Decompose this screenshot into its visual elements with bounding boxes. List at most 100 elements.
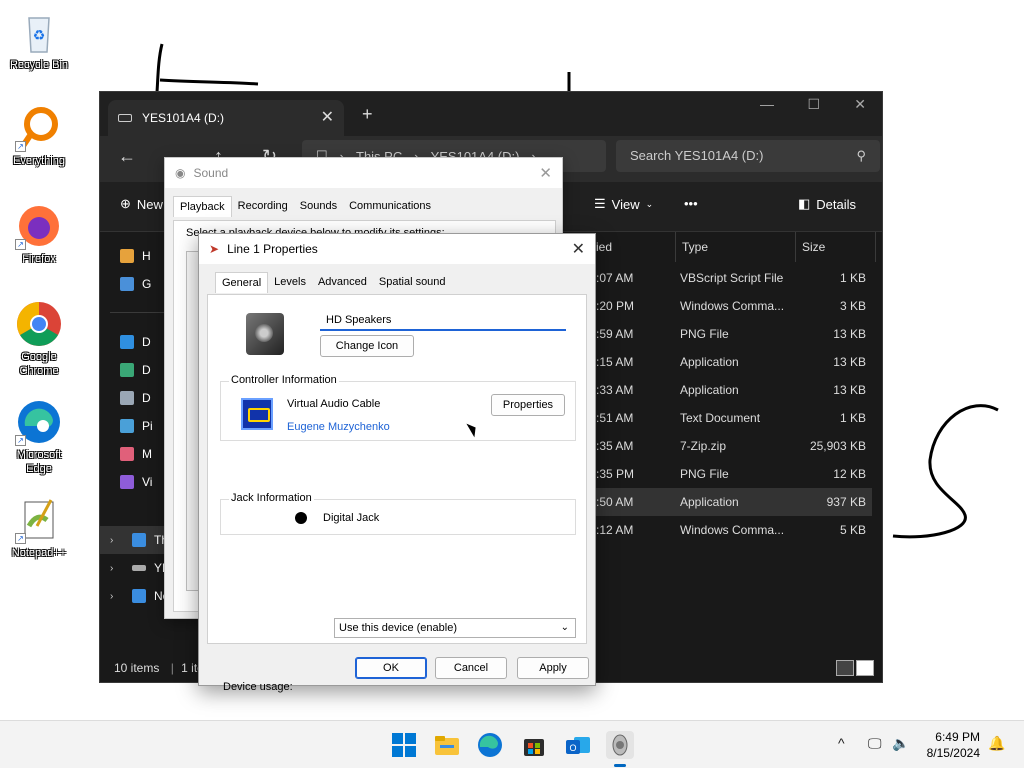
details-view-icon[interactable]: [836, 660, 854, 676]
tiles-view-icon[interactable]: [856, 660, 874, 676]
general-panel: Change Icon Controller Information Virtu…: [207, 294, 587, 693]
file-row[interactable]: :07 AM VBScript Script File 1 KB: [596, 264, 872, 292]
home-icon: [120, 249, 134, 263]
device-usage-label: Device usage:: [223, 681, 293, 693]
taskbar-store[interactable]: [520, 731, 548, 759]
close-window-icon[interactable]: ✕: [854, 96, 866, 113]
desktop-icon-everything[interactable]: ↗ Everything: [4, 104, 74, 168]
gallery-icon: [120, 277, 134, 291]
apply-button[interactable]: Apply: [517, 657, 589, 679]
desktop-icon-label: Everything: [13, 155, 65, 167]
speaker-icon: ➤: [209, 242, 220, 256]
sound-title: Sound: [193, 166, 229, 180]
edge-icon: [478, 733, 502, 757]
taskbar-edge[interactable]: [476, 731, 504, 759]
show-hidden-icons-chevron-icon[interactable]: ^: [838, 735, 845, 751]
network-icon[interactable]: 🖵: [868, 735, 882, 752]
chevron-down-icon: ⌄: [645, 198, 654, 209]
new-tab-icon[interactable]: +: [362, 104, 373, 125]
search-icon: ⚲: [856, 148, 866, 163]
close-icon[interactable]: ✕: [539, 164, 552, 182]
details-pane-button[interactable]: ◧ Details: [798, 196, 856, 212]
taskbar-sound-app[interactable]: [606, 731, 634, 767]
view-button[interactable]: ☰ View ⌄: [594, 196, 653, 212]
drive-icon: [118, 114, 132, 122]
column-header-type[interactable]: Type: [676, 232, 796, 262]
notepad-plus-plus-icon: ↗: [15, 496, 63, 544]
taskbar-outlook[interactable]: O: [564, 731, 592, 759]
line1-properties-dialog: ➤ Line 1 Properties ✕ General Levels Adv…: [198, 233, 596, 693]
file-row[interactable]: :12 AM Windows Comma... 5 KB: [596, 516, 872, 544]
desktop-icon-notepad-plus-plus[interactable]: ↗ Notepad++: [4, 496, 74, 560]
tab-playback[interactable]: Playback: [173, 196, 232, 217]
desktop-icon-firefox[interactable]: ↗ Firefox: [4, 202, 74, 266]
folder-icon: [435, 736, 459, 755]
properties-button[interactable]: Properties: [491, 394, 565, 416]
ok-button[interactable]: OK: [355, 657, 427, 679]
search-input[interactable]: Search YES101A4 (D:) ⚲: [616, 140, 880, 172]
desktop-icon-microsoft-edge[interactable]: ↗ Microsoft Edge: [4, 398, 74, 476]
tab-communications[interactable]: Communications: [343, 196, 437, 217]
file-row[interactable]: :59 AM PNG File 13 KB: [596, 320, 872, 348]
close-tab-icon[interactable]: ✕: [321, 107, 334, 127]
close-icon[interactable]: ✕: [572, 239, 585, 259]
tab-general[interactable]: General: [215, 272, 269, 293]
tab-recording[interactable]: Recording: [232, 196, 294, 217]
chevron-right-icon: ›: [110, 534, 114, 546]
column-header-date[interactable]: ied: [590, 232, 676, 262]
everything-icon: ↗: [15, 104, 63, 152]
file-row-selected[interactable]: :50 AM Application 937 KB: [596, 488, 872, 516]
chevron-right-icon: ›: [110, 562, 114, 574]
props-titlebar: ➤ Line 1 Properties ✕: [199, 234, 595, 264]
notification-bell-icon[interactable]: 🔔: [988, 735, 1005, 752]
tab-levels[interactable]: Levels: [268, 272, 312, 293]
system-clock[interactable]: 6:49 PM 8/15/2024: [927, 729, 980, 761]
taskbar-file-explorer[interactable]: [433, 731, 461, 759]
more-options-button[interactable]: •••: [684, 196, 698, 211]
explorer-tab-title: YES101A4 (D:): [142, 111, 225, 125]
item-count: 10 items: [114, 661, 160, 675]
taskbar: O ^ 🖵 🔈 6:49 PM 8/15/2024 🔔: [0, 720, 1024, 768]
details-pane-icon: ◧: [798, 196, 811, 211]
firefox-icon: ↗: [15, 202, 63, 250]
file-row[interactable]: :15 AM Application 13 KB: [596, 348, 872, 376]
volume-icon[interactable]: 🔈: [892, 735, 909, 752]
controller-legend: Controller Information: [229, 374, 339, 386]
clock-date: 8/15/2024: [926, 746, 980, 760]
speaker-app-icon: [612, 734, 628, 756]
plus-circle-icon: ⊕: [120, 196, 131, 211]
music-icon: [120, 447, 134, 461]
minimize-icon[interactable]: —: [760, 96, 774, 112]
virtual-audio-cable-icon: [241, 398, 273, 430]
explorer-tab[interactable]: YES101A4 (D:) ✕: [108, 100, 344, 136]
details-button-label: Details: [816, 196, 857, 212]
back-arrow-icon[interactable]: ←: [118, 146, 136, 167]
tab-advanced[interactable]: Advanced: [312, 272, 373, 293]
desktop-icon-recycle-bin[interactable]: ♻ Recycle Bin: [4, 8, 74, 72]
tab-sounds[interactable]: Sounds: [294, 196, 343, 217]
column-header-size[interactable]: Size: [796, 232, 876, 262]
desktop-icon-google-chrome[interactable]: Google Chrome: [4, 300, 74, 378]
speaker-device-icon: [246, 313, 284, 355]
videos-icon: [120, 475, 134, 489]
maximize-icon[interactable]: ☐: [807, 96, 820, 113]
new-button[interactable]: ⊕ New: [120, 196, 163, 212]
jack-legend: Jack Information: [229, 492, 314, 504]
file-row[interactable]: :35 AM 7-Zip.zip 25,903 KB: [596, 432, 872, 460]
file-row[interactable]: :51 AM Text Document 1 KB: [596, 404, 872, 432]
start-button[interactable]: [390, 731, 418, 759]
list-view-icon: ☰: [594, 196, 606, 211]
tab-spatial-sound[interactable]: Spatial sound: [373, 272, 452, 293]
download-icon: [120, 363, 134, 377]
device-name-input[interactable]: [320, 311, 566, 331]
shortcut-arrow-icon: ↗: [15, 435, 26, 446]
change-icon-button[interactable]: Change Icon: [320, 335, 414, 357]
file-row[interactable]: :33 AM Application 13 KB: [596, 376, 872, 404]
device-usage-select[interactable]: Use this device (enable) ⌄: [334, 618, 576, 638]
controller-vendor-link[interactable]: Eugene Muzychenko: [287, 421, 390, 433]
file-row[interactable]: :20 PM Windows Comma... 3 KB: [596, 292, 872, 320]
desktop-icon-label: Microsoft Edge: [16, 449, 62, 475]
file-row[interactable]: :35 PM PNG File 12 KB: [596, 460, 872, 488]
cancel-button[interactable]: Cancel: [435, 657, 507, 679]
desktop-icon-label: Recycle Bin: [9, 59, 69, 71]
